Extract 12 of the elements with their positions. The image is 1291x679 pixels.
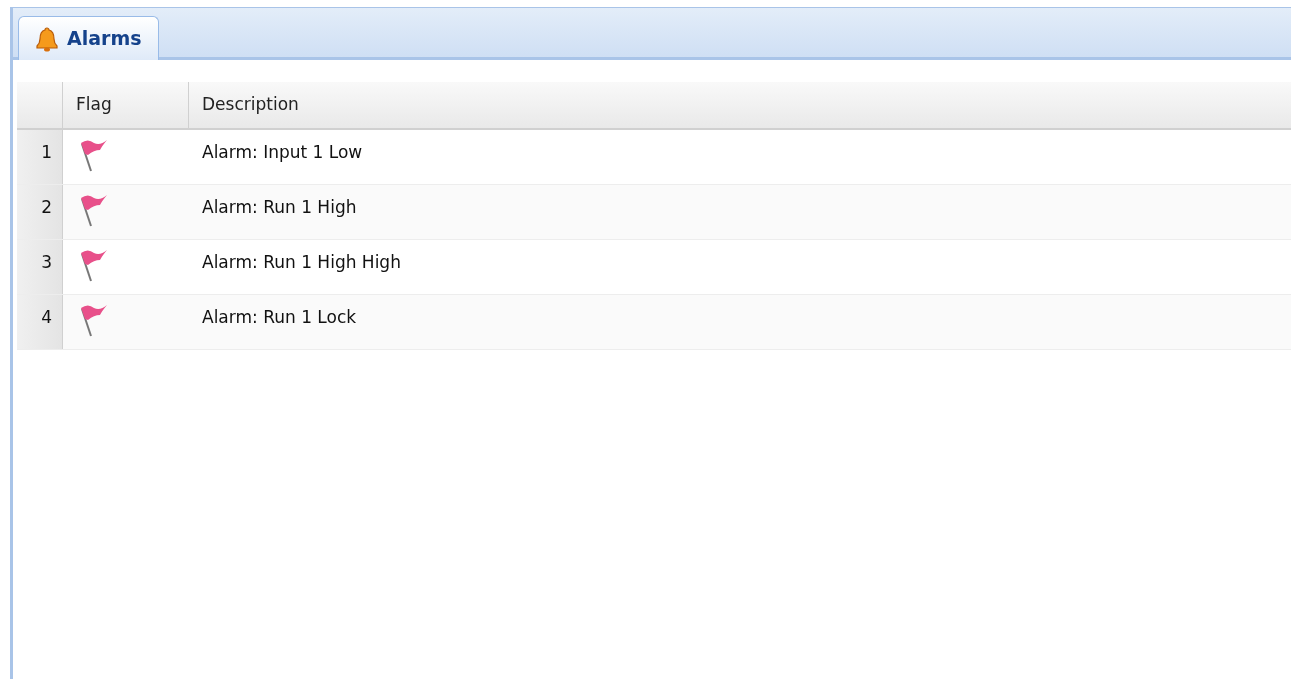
table-cell-text: Alarm: Input 1 Low [201,141,364,165]
alarms-tab[interactable]: Alarms [18,16,159,60]
column-header[interactable]: Flag [63,82,189,128]
column-header[interactable]: Description [189,82,1291,128]
row-number: 1 [17,130,63,184]
row-number: 2 [17,185,63,239]
row-number: 3 [17,240,63,294]
table-cell-text: Alarm: Run 1 Lock [201,306,358,330]
table-cell-text: Alarm: Run 1 High [201,196,358,220]
row-number: 4 [17,295,63,349]
table-cell-text: Alarm: Run 1 High High [201,251,402,275]
bell-icon [35,25,59,52]
